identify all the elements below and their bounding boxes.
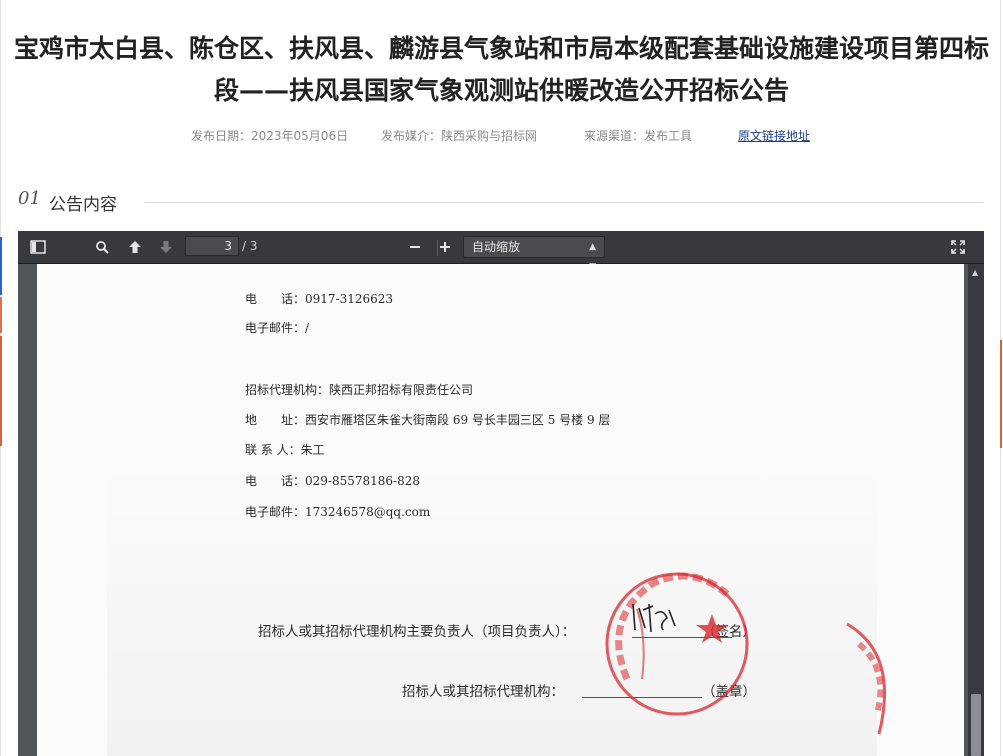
- zoom-in-button[interactable]: [434, 237, 456, 257]
- doc-line: 联 系 人：朱工: [245, 443, 325, 457]
- fullscreen-icon: [951, 240, 965, 254]
- partial-seal: [846, 622, 886, 735]
- plus-icon: [440, 242, 450, 252]
- section-label: 公告内容: [49, 195, 117, 215]
- original-link[interactable]: 原文链接地址: [738, 127, 810, 144]
- company-seal: [605, 572, 749, 716]
- doc-line: 电子邮件：/: [245, 321, 310, 335]
- vertical-scrollbar[interactable]: ▲: [968, 264, 984, 756]
- edge-decoration: [1000, 340, 1002, 448]
- page-count: / 3: [242, 239, 258, 253]
- pdf-page: 电 话：0917-3126623 电子邮件：/ 招标代理机构：陕西正邦招标有限责…: [37, 264, 964, 756]
- pdf-scroll-area[interactable]: 电 话：0917-3126623 电子邮件：/ 招标代理机构：陕西正邦招标有限责…: [18, 264, 984, 756]
- doc-line: 电子邮件：173246578@qq.com: [245, 505, 431, 519]
- doc-line: 电 话：0917-3126623: [245, 292, 394, 306]
- previous-page-button[interactable]: [124, 237, 146, 257]
- section-divider: [145, 202, 983, 203]
- doc-line: 地 址：西安市雁塔区朱雀大街南段 69 号长丰园三区 5 号楼 9 层: [245, 413, 611, 427]
- pdf-viewer: 3 / 3 自动缩放 ▲▼ 电 话：0917-3126623: [18, 231, 984, 756]
- arrow-down-icon: [160, 241, 172, 253]
- handwritten-signature: [632, 603, 676, 633]
- sidebar-toggle-icon: [30, 240, 46, 254]
- edge-decoration: [0, 336, 2, 446]
- article-title: 宝鸡市太白县、陈仓区、扶风县、麟游县气象站和市局本级配套基础设施建设项目第四标 …: [0, 28, 1003, 112]
- page-number-input[interactable]: 3: [185, 236, 239, 256]
- signature-label-1: 招标人或其招标代理机构主要负责人（项目负责人）：: [258, 624, 576, 640]
- edge-decoration: [0, 237, 2, 295]
- publish-date: 发布日期：2023年05月06日: [191, 129, 349, 143]
- article-title-line-1: 宝鸡市太白县、陈仓区、扶风县、麟游县气象站和市局本级配套基础设施建设项目第四标: [13, 34, 989, 63]
- scroll-thumb[interactable]: [971, 694, 981, 756]
- minus-icon: [410, 246, 420, 248]
- publish-media: 发布媒介：陕西采购与招标网: [381, 129, 538, 143]
- pdf-toolbar: 3 / 3 自动缩放 ▲▼: [18, 231, 984, 272]
- article-meta: 发布日期：2023年05月06日 发布媒介：陕西采购与招标网 来源渠道：发布工具…: [0, 127, 1003, 143]
- edge-decoration: [0, 297, 2, 333]
- article-title-line-2: 段——扶风县国家气象观测站供暖改造公开招标公告: [213, 76, 789, 105]
- zoom-out-button[interactable]: [404, 237, 426, 257]
- next-page-button[interactable]: [155, 237, 177, 257]
- fullscreen-button[interactable]: [947, 237, 969, 257]
- search-button[interactable]: [91, 237, 113, 257]
- doc-line: 电 话：029-85578186-828: [245, 474, 420, 488]
- search-icon: [96, 241, 109, 254]
- source-channel: 来源渠道：发布工具: [584, 129, 693, 143]
- section-number: 01: [18, 188, 41, 209]
- arrow-up-icon: [129, 241, 141, 253]
- scroll-up-icon[interactable]: ▲: [972, 268, 978, 277]
- zoom-select[interactable]: 自动缩放 ▲▼: [463, 236, 605, 272]
- zoom-value: 自动缩放: [472, 240, 521, 254]
- sidebar-toggle-button[interactable]: [27, 237, 49, 257]
- signature-label-2: 招标人或其招标代理机构：: [402, 684, 564, 700]
- doc-line: 招标代理机构：陕西正邦招标有限责任公司: [245, 383, 474, 397]
